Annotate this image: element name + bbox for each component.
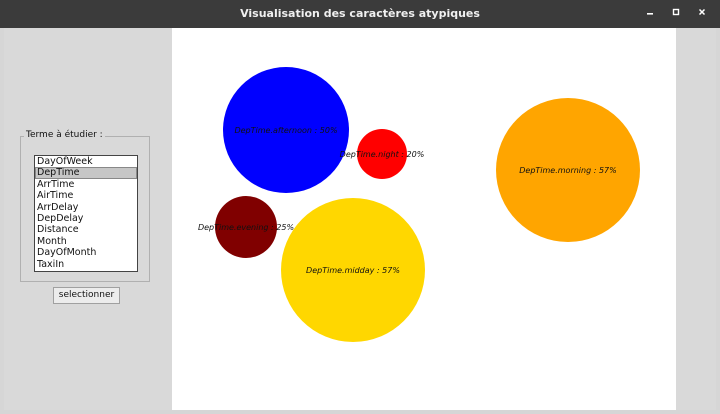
list-item[interactable]: DepTime [35, 167, 137, 179]
chart-canvas: DepTime.afternoon : 50% DepTime.night : 2… [172, 28, 676, 410]
list-item[interactable]: TaxiIn [35, 259, 137, 270]
bubble-label: DepTime.midday : 57% [306, 266, 400, 275]
list-item[interactable]: AirTime [35, 190, 137, 201]
maximize-icon [672, 8, 680, 16]
list-item[interactable]: ArrTime [35, 179, 137, 190]
list-item[interactable]: ArrDelay [35, 202, 137, 213]
bubble-label: DepTime.evening : 25% [198, 223, 294, 232]
maximize-button[interactable] [664, 0, 688, 28]
group-label: Terme à étudier : [24, 130, 105, 140]
minimize-icon [647, 13, 653, 15]
list-item[interactable]: DayOfMonth [35, 247, 137, 258]
window-title: Visualisation des caractères atypiques [240, 7, 480, 20]
bubble-label: DepTime.night : 20% [340, 150, 425, 159]
bubble-label: DepTime.morning : 57% [519, 166, 617, 175]
bubble-chart: DepTime.afternoon : 50% DepTime.night : 2… [198, 67, 640, 342]
minimize-button[interactable] [638, 0, 662, 28]
bubble-label: DepTime.afternoon : 50% [234, 126, 337, 135]
close-icon [698, 8, 706, 16]
list-item[interactable]: DayOfWeek [35, 156, 137, 167]
close-button[interactable] [690, 0, 714, 28]
select-button[interactable]: selectionner [53, 287, 120, 304]
list-item[interactable]: Month [35, 236, 137, 247]
term-listbox[interactable]: DayOfWeek DepTime ArrTime AirTime ArrDelay De… [34, 155, 138, 272]
title-bar[interactable]: Visualisation des caractères atypiques [0, 0, 720, 28]
right-margin-panel [676, 28, 716, 410]
app-window: Visualisation des caractères atypiques T… [0, 0, 720, 414]
list-item[interactable]: DepDelay [35, 213, 137, 224]
list-item[interactable]: Distance [35, 224, 137, 235]
